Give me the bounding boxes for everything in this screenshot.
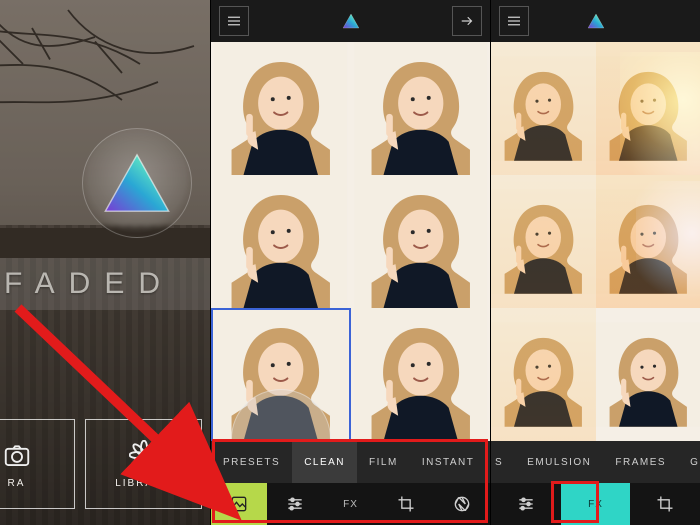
menu-button[interactable]	[219, 6, 249, 36]
preset-thumb[interactable]	[351, 308, 491, 441]
tool-fx[interactable]: FX	[561, 483, 631, 525]
crop-icon	[396, 494, 416, 514]
sliders-icon	[516, 494, 536, 514]
export-button[interactable]	[452, 6, 482, 36]
tab-clean[interactable]: CLEAN	[292, 441, 357, 483]
fx-category-bar: S EMULSION FRAMES GRADIE	[491, 441, 700, 483]
fx-thumb[interactable]	[596, 175, 700, 308]
tool-adjust[interactable]	[267, 483, 323, 525]
tab-fragment[interactable]: S	[491, 441, 515, 483]
menu-icon	[505, 12, 523, 30]
tab-gradients[interactable]: GRADIE	[678, 441, 700, 483]
menu-button[interactable]	[499, 6, 529, 36]
fx-grid	[491, 42, 700, 441]
fx-thumb[interactable]	[596, 308, 700, 441]
tool-lens[interactable]	[434, 483, 490, 525]
tab-film[interactable]: FILM	[357, 441, 410, 483]
fx-thumb[interactable]	[491, 308, 596, 441]
preset-thumb[interactable]	[351, 175, 491, 308]
preset-thumb[interactable]	[211, 175, 351, 308]
fx-thumb[interactable]	[491, 42, 596, 175]
menu-icon	[225, 12, 243, 30]
editor-screen-fx: S EMULSION FRAMES GRADIE FX	[490, 0, 700, 525]
tool-crop[interactable]	[378, 483, 434, 525]
tab-frames[interactable]: FRAMES	[603, 441, 678, 483]
tool-fx[interactable]: FX	[323, 483, 379, 525]
export-icon	[458, 12, 476, 30]
aperture-icon	[452, 494, 472, 514]
prism-logo	[342, 12, 360, 30]
fx-thumb[interactable]	[491, 175, 596, 308]
tab-instant[interactable]: INSTANT	[410, 441, 487, 483]
preset-thumb[interactable]	[351, 42, 491, 175]
top-bar	[211, 0, 490, 42]
fx-thumb[interactable]	[596, 42, 700, 175]
tab-emulsion[interactable]: EMULSION	[515, 441, 603, 483]
app-logo	[82, 128, 192, 238]
fx-label: FX	[588, 499, 603, 510]
fx-label: FX	[343, 499, 358, 510]
callout-arrow	[10, 300, 270, 520]
top-bar	[491, 0, 700, 42]
bottom-toolbar: FX	[491, 483, 700, 525]
sliders-icon	[285, 494, 305, 514]
prism-logo	[102, 152, 172, 214]
tool-crop[interactable]	[630, 483, 700, 525]
tool-adjust[interactable]	[491, 483, 561, 525]
prism-logo	[587, 12, 605, 30]
preset-thumb[interactable]	[211, 42, 351, 175]
crop-icon	[655, 494, 675, 514]
